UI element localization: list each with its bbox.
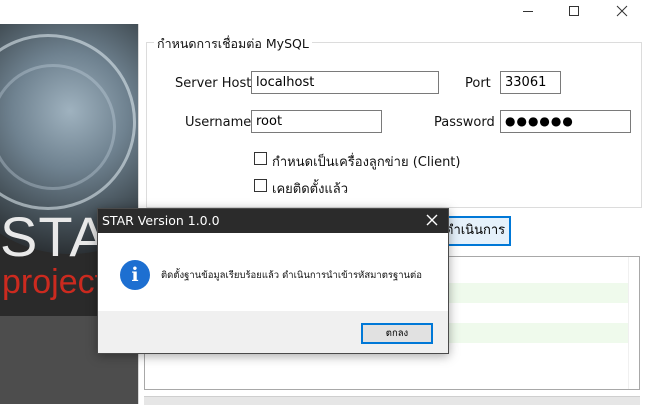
window-titlebar xyxy=(0,0,645,24)
close-button[interactable] xyxy=(599,0,645,24)
dialog-body: i ติดตั้งฐานข้อมูลเรียบร้อยแล้ว ดำเนินกา… xyxy=(98,233,448,311)
minimize-icon xyxy=(522,6,534,21)
maximize-icon xyxy=(568,6,580,21)
info-icon: i xyxy=(120,260,150,290)
password-label: Password xyxy=(434,115,495,130)
dialog-footer: ตกลง xyxy=(98,311,448,353)
proceed-button-label: ดำเนินการ xyxy=(445,223,506,238)
ok-button[interactable]: ตกลง xyxy=(361,323,433,344)
log-scrollbar[interactable] xyxy=(628,257,639,389)
close-icon xyxy=(616,5,628,21)
dialog-close-button[interactable] xyxy=(424,212,440,232)
client-checkbox-label: กำหนดเป็นเครื่องลูกข่าย (Client) xyxy=(272,155,461,170)
message-dialog: STAR Version 1.0.0 i ติดตั้งฐานข้อมูลเรี… xyxy=(97,208,449,354)
server-host-label: Server Host xyxy=(175,76,252,91)
dialog-message: ติดตั้งฐานข้อมูลเรียบร้อยแล้ว ดำเนินการน… xyxy=(161,270,422,281)
dialog-title: STAR Version 1.0.0 xyxy=(102,213,220,228)
username-label: Username xyxy=(185,115,252,130)
server-host-input[interactable]: localhost xyxy=(251,71,439,94)
client-checkbox[interactable] xyxy=(254,152,267,165)
close-icon xyxy=(424,214,440,232)
ok-button-label: ตกลง xyxy=(385,328,409,339)
port-input[interactable]: 33061 xyxy=(500,71,561,94)
maximize-button[interactable] xyxy=(551,0,597,24)
password-input[interactable]: ●●●●●● xyxy=(500,110,631,133)
dialog-titlebar: STAR Version 1.0.0 xyxy=(98,209,448,233)
group-title: กำหนดการเชื่อมต่อ MySQL xyxy=(154,34,312,54)
banner-subtitle: project xyxy=(2,263,105,301)
minimize-button[interactable] xyxy=(505,0,551,24)
port-label: Port xyxy=(465,76,491,91)
username-input[interactable]: root xyxy=(251,110,382,133)
installed-checkbox-label: เคยติดตั้งแล้ว xyxy=(272,182,349,197)
installed-checkbox[interactable] xyxy=(254,179,267,192)
